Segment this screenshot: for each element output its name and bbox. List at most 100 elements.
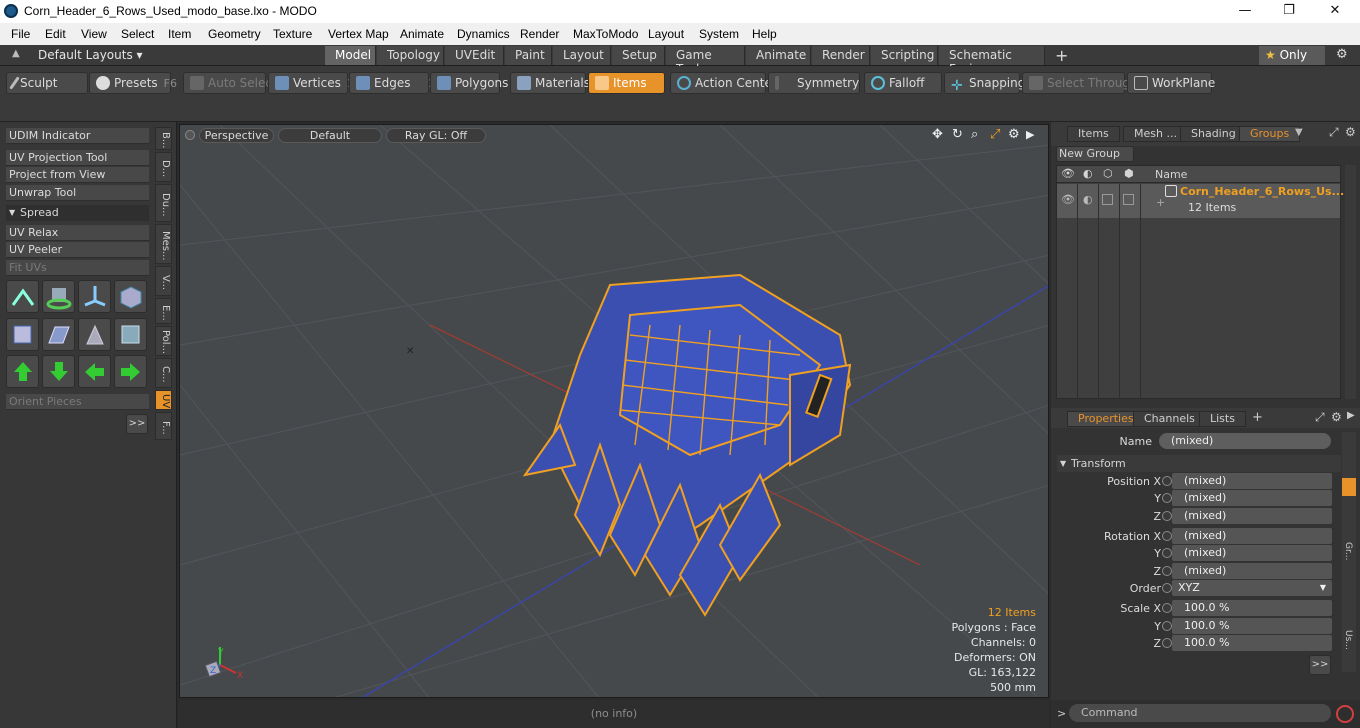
auto-select-button[interactable]: Auto Select [183,72,277,94]
position-y-anim-icon[interactable] [1162,493,1172,503]
menu-item[interactable]: Item [168,27,191,41]
menu-select[interactable]: Select [121,27,154,41]
command-input[interactable]: Command [1069,704,1331,722]
menu-system[interactable]: System [699,27,739,41]
vtab-b[interactable]: B... [155,127,172,150]
arrow-left-icon[interactable] [78,355,111,388]
fit-view-icon[interactable]: ⤢ [990,127,1000,142]
tab-paint[interactable]: Paint [505,46,552,65]
scale-x-field[interactable]: 100.0 % [1172,600,1332,616]
menu-view[interactable]: View [81,27,107,41]
menu-texture[interactable]: Texture [273,27,312,41]
default-layouts-dropdown[interactable]: Default Layouts ▾ [38,48,143,62]
zoom-icon[interactable]: ⌕ [971,127,978,142]
expand-more-button[interactable]: >> [126,414,148,434]
tab-mesh[interactable]: Mesh ... [1123,126,1188,142]
viewport-more-icon[interactable]: ▶ [1026,128,1034,141]
gear-icon[interactable]: ⚙ [1336,47,1348,62]
expand-panel-icon[interactable]: ⤢ [1329,125,1339,140]
menu-dynamics[interactable]: Dynamics [457,27,510,41]
vtab-uv[interactable]: UV [155,390,172,410]
perspective-dropdown[interactable]: Perspective [199,128,274,143]
spread-section[interactable]: ▼ Spread [6,205,149,221]
polygons-button[interactable]: Polygons [430,72,508,94]
scale-x-anim-icon[interactable] [1162,603,1172,613]
menu-render[interactable]: Render [520,27,559,41]
add-tab-button[interactable]: + [1055,46,1068,65]
vtab-du[interactable]: Du... [155,184,172,222]
tab-game-tools[interactable]: Game Tools [666,46,745,76]
order-anim-icon[interactable] [1162,583,1172,593]
expand-group-icon[interactable]: + [1156,196,1165,209]
panel-settings-icon[interactable]: ⚙ [1345,125,1356,139]
tab-uvedit[interactable]: UVEdit [445,46,504,65]
project-from-view-button[interactable]: Project from View [6,167,149,183]
select-icon[interactable]: ⬢ [1124,167,1134,180]
vtab-f[interactable]: F... [155,412,172,440]
uv-move-icon[interactable] [78,280,111,313]
rotation-y-anim-icon[interactable] [1162,548,1172,558]
ray-gl-toggle[interactable]: Ray GL: Off [386,128,486,143]
arrow-down-icon[interactable] [42,355,75,388]
uv-grid-icon[interactable] [42,318,75,351]
name-field[interactable]: (mixed) [1159,433,1331,449]
vtab-d[interactable]: D... [155,152,172,182]
uv-transform-icon[interactable] [6,280,39,313]
workplane-button[interactable]: WorkPlane [1127,72,1215,94]
vtab-c[interactable]: C... [155,358,172,388]
vtab-pol[interactable]: Pol... [155,326,172,356]
vtab-mes[interactable]: Mes... [155,224,172,264]
tab-scripting[interactable]: Scripting [871,46,938,65]
record-macro-icon[interactable] [1336,705,1354,723]
tab-shading[interactable]: Shading [1180,126,1247,142]
scale-z-anim-icon[interactable] [1162,638,1172,648]
tab-items[interactable]: Items [1067,126,1120,142]
presets-button[interactable]: Presets F6 [89,72,177,94]
tab-topology[interactable]: Topology [377,46,444,65]
uv-plane-icon[interactable] [78,318,111,351]
select-through-button[interactable]: Select Through [1022,72,1138,94]
menu-edit[interactable]: Edit [45,27,66,41]
minimize-button[interactable]: — [1222,2,1268,20]
scale-z-field[interactable]: 100.0 % [1172,635,1332,651]
tab-animate[interactable]: Animate [746,46,811,65]
close-button[interactable]: ✕ [1312,2,1358,20]
arrow-up-icon[interactable] [6,355,39,388]
position-z-anim-icon[interactable] [1162,511,1172,521]
transform-section[interactable]: ▼ Transform [1057,455,1341,472]
uv-peeler-button[interactable]: UV Peeler [6,242,149,258]
orient-pieces-button[interactable]: Orient Pieces [6,394,149,410]
uv-sphere-icon[interactable] [114,318,147,351]
uv-rotate-icon[interactable] [42,280,75,313]
menu-layout[interactable]: Layout [648,27,684,41]
udim-indicator-button[interactable]: UDIM Indicator [6,128,149,144]
add-properties-tab-button[interactable]: + [1252,410,1263,425]
side-tab-us[interactable]: Us... [1343,630,1353,650]
groups-menu-icon[interactable]: ▼ [1295,127,1303,138]
materials-button[interactable]: Materials [510,72,590,94]
arrow-right-icon[interactable] [114,355,147,388]
only-toggle[interactable]: ★ Only [1259,46,1325,65]
falloff-button[interactable]: Falloff [864,72,942,94]
tab-layout[interactable]: Layout [553,46,611,65]
scale-y-anim-icon[interactable] [1162,621,1172,631]
tab-model[interactable]: Model [325,46,376,65]
symmetry-button[interactable]: Symmetry [768,72,860,94]
menu-file[interactable]: File [11,27,30,41]
group-row[interactable]: 👁 ◐ + Corn_Header_6_Rows_Us... 12 Items [1057,184,1344,218]
visibility-eye-icon[interactable]: 👁 [1061,167,1075,180]
properties-more-icon[interactable]: ▶ [1347,410,1355,421]
scale-y-field[interactable]: 100.0 % [1172,618,1332,634]
viewport-settings-icon[interactable]: ⚙ [1008,127,1020,142]
action-center-button[interactable]: Action Center [670,72,777,94]
properties-settings-icon[interactable]: ⚙ [1331,410,1342,424]
3d-viewport[interactable]: ✕ Y X Z Perspective Default Ray GL: Off … [179,124,1049,698]
edges-button[interactable]: Edges2 [349,72,435,94]
menu-geometry[interactable]: Geometry [208,27,261,41]
fit-uvs-button[interactable]: Fit UVs [6,260,149,276]
position-x-field[interactable]: (mixed) [1172,473,1332,489]
side-tab-active[interactable] [1342,478,1356,496]
collapse-arrow-icon[interactable]: ▲ [12,48,20,59]
maximize-button[interactable]: ❐ [1266,2,1312,20]
uv-cube-icon[interactable] [6,318,39,351]
